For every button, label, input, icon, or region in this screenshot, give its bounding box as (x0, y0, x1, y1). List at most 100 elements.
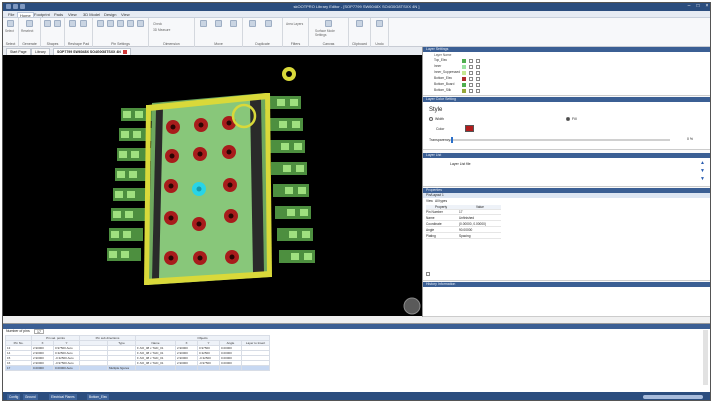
cell[interactable]: 0.00000 (31, 365, 54, 371)
pin-array-icon[interactable] (117, 20, 124, 27)
transparency-slider[interactable] (450, 139, 670, 141)
move-down-icon[interactable]: ▼ (700, 168, 705, 174)
layer-list-item[interactable]: Layer List file (450, 162, 471, 166)
close-button[interactable]: × (703, 4, 710, 10)
layer-lock-checkbox[interactable] (476, 65, 480, 69)
via-r5c2[interactable] (193, 251, 207, 265)
view-orientation-gizmo[interactable] (403, 297, 421, 315)
cell[interactable] (175, 365, 198, 371)
pad-right-6[interactable] (275, 206, 311, 219)
pad-right-7[interactable] (277, 228, 313, 241)
layer-lock-checkbox[interactable] (476, 77, 480, 81)
layer-lock-checkbox[interactable] (476, 89, 480, 93)
menu-design[interactable]: Design (102, 12, 118, 17)
layer-visible-checkbox[interactable] (469, 59, 473, 63)
menu-footprint[interactable]: Footprint (32, 12, 52, 17)
move-up-icon[interactable]: ▲ (700, 160, 705, 166)
properties-expand-icon[interactable] (426, 272, 430, 276)
pad-right-1[interactable] (265, 96, 301, 109)
layer-lock-checkbox[interactable] (476, 59, 480, 63)
layer-row-bottom-silk[interactable]: Bottom_Silk (426, 88, 486, 93)
view-filter[interactable]: All types (435, 199, 447, 203)
layer-row-inner-suppressed[interactable]: Inner_Suppressed (426, 70, 486, 75)
maximize-button[interactable]: □ (694, 4, 702, 10)
layer-color-swatch[interactable] (462, 89, 466, 93)
property-value[interactable]: 17 (459, 210, 463, 215)
cell[interactable]: 17 (5, 365, 32, 371)
layer-lock-checkbox[interactable] (476, 83, 480, 87)
via-r4c1[interactable] (164, 211, 178, 225)
pad-right-2[interactable] (267, 118, 303, 131)
layer-visible-checkbox[interactable] (469, 83, 473, 87)
color-swatch-button[interactable] (465, 125, 474, 132)
layer-color-swatch[interactable] (462, 77, 466, 81)
status-tab-ground[interactable]: Ground (23, 394, 38, 400)
via-r3c2-selected[interactable] (192, 182, 206, 196)
via-r5c1[interactable] (164, 251, 178, 265)
distribute-icon[interactable] (230, 20, 237, 27)
cell[interactable] (219, 365, 242, 371)
layer-visible-checkbox[interactable] (469, 89, 473, 93)
width-radio[interactable] (429, 117, 433, 121)
pin-rotate-icon[interactable] (127, 20, 134, 27)
vertical-scrollbar[interactable] (703, 330, 708, 385)
layer-visible-checkbox[interactable] (469, 65, 473, 69)
pad-left-5[interactable] (113, 188, 147, 201)
layer-row-bottom-elec[interactable]: Bottom_Elec (426, 76, 486, 81)
cell[interactable]: Multiple figures (107, 365, 136, 371)
select-icon[interactable] (7, 20, 14, 27)
duplicate-icon[interactable] (249, 20, 256, 27)
pad-right-3[interactable] (269, 140, 305, 153)
pin-icon[interactable] (97, 20, 104, 27)
reshape-icon[interactable] (69, 20, 76, 27)
layer-row-top-elec[interactable]: Top_Elec (426, 58, 486, 63)
via-r4c3[interactable] (224, 209, 238, 223)
area-layers-button[interactable]: Area Layers (286, 22, 303, 26)
property-value[interactable]: Spacing (459, 234, 471, 239)
property-value[interactable]: 90.00000 (459, 228, 472, 233)
design-canvas[interactable] (3, 55, 422, 316)
cell[interactable] (197, 365, 220, 371)
move-bottom-icon[interactable]: ▼ (700, 176, 705, 182)
undo-redo-icon[interactable] (376, 20, 383, 27)
tab-start-page[interactable]: Start Page (6, 48, 31, 55)
via-r2c1[interactable] (165, 149, 179, 163)
via-r1c2[interactable] (194, 118, 208, 132)
cell[interactable] (135, 365, 176, 371)
settings-button[interactable]: Settings (315, 33, 327, 37)
menu-view-2[interactable]: View (119, 12, 132, 17)
layer-color-swatch[interactable] (462, 71, 466, 75)
menu-pads[interactable]: Pads (52, 12, 65, 17)
shape-alt-icon[interactable] (54, 20, 61, 27)
status-tab-electrical-planes[interactable]: Electrical Planes (49, 394, 77, 400)
layer-visible-checkbox[interactable] (469, 71, 473, 75)
via-r1c1[interactable] (166, 120, 180, 134)
align-icon[interactable] (215, 20, 222, 27)
via-r2c2[interactable] (193, 147, 207, 161)
pad-right-8[interactable] (279, 250, 315, 263)
tab-footprint[interactable]: SOP7799 SW6048X SO4G0G8TSXX 4N (53, 48, 131, 55)
status-tab-bottom-elec[interactable]: Bottom_Elec (87, 394, 110, 400)
via-r5c3[interactable] (225, 250, 239, 264)
pad-right-4[interactable] (271, 162, 307, 175)
layer-row-bottom-board[interactable]: Bottom_Board (426, 82, 486, 87)
property-value[interactable]: Unfinished (459, 216, 474, 221)
minimize-button[interactable]: – (685, 4, 693, 10)
pad-left-7[interactable] (109, 228, 143, 241)
property-row[interactable]: Coordinate (0.00000, 0.00000) (426, 222, 501, 227)
canvas-icon[interactable] (325, 20, 332, 27)
layer-color-swatch[interactable] (462, 83, 466, 87)
cell[interactable] (241, 365, 270, 371)
pad-right-5[interactable] (273, 184, 309, 197)
pin-number-icon[interactable] (107, 20, 114, 27)
layer-row-inner[interactable]: Inner (426, 64, 486, 69)
via-r4c2[interactable] (192, 217, 206, 231)
pin-delete-icon[interactable] (137, 20, 144, 27)
check-button[interactable]: Check (153, 22, 162, 26)
reselect-icon[interactable] (26, 20, 33, 27)
fill-radio[interactable] (566, 117, 570, 121)
tab-library[interactable]: Library (31, 48, 50, 55)
pad-left-4[interactable] (115, 168, 149, 181)
via-r2c3[interactable] (222, 145, 236, 159)
menu-view[interactable]: View (66, 12, 79, 17)
